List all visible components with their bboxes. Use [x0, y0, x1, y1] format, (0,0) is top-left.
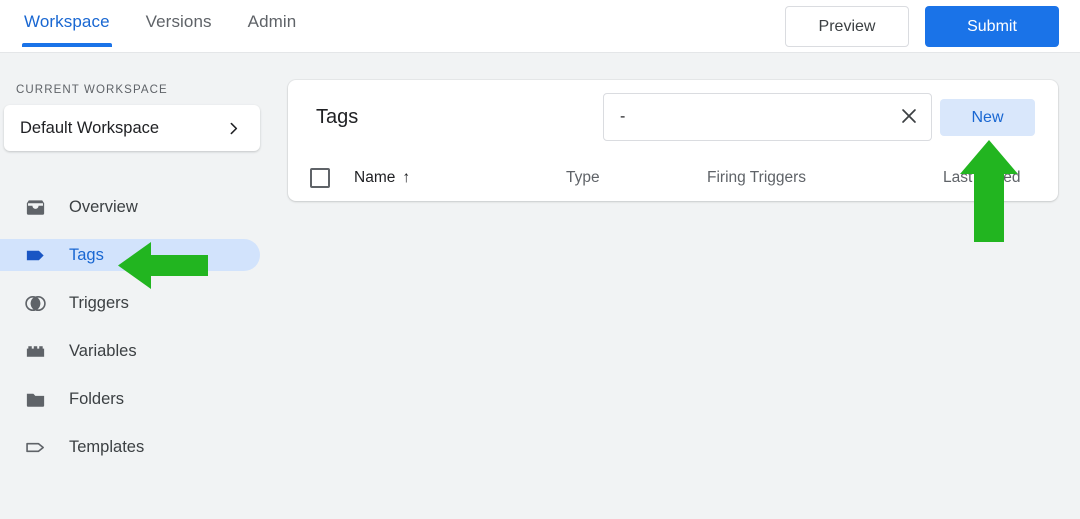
tags-card: Tags New Name ↑ Type Firing	[288, 80, 1058, 201]
search-input[interactable]	[604, 94, 887, 140]
column-header-name-label: Name	[354, 168, 396, 186]
clear-search-button[interactable]	[887, 94, 931, 140]
column-header-firing-triggers: Firing Triggers	[707, 168, 807, 186]
variables-icon	[22, 340, 48, 363]
top-navigation-bar: Workspace Versions Admin Preview Submit	[0, 0, 1080, 53]
sidebar-item-label: Tags	[69, 245, 104, 264]
folder-icon	[22, 388, 48, 411]
sidebar-item-label: Triggers	[69, 293, 129, 312]
sidebar-item-folders[interactable]: Folders	[0, 383, 274, 415]
sidebar-item-overview[interactable]: Overview	[0, 191, 274, 223]
primary-tabs: Workspace Versions Admin	[22, 12, 297, 47]
workspace-selector[interactable]: Default Workspace	[4, 105, 260, 151]
triggers-icon	[22, 292, 48, 315]
close-icon	[898, 105, 920, 130]
tab-admin[interactable]: Admin	[248, 12, 297, 46]
workspace-name: Default Workspace	[20, 118, 160, 137]
column-header-name[interactable]: Name ↑	[354, 169, 410, 187]
tag-icon	[22, 244, 48, 267]
gtm-workspace-page: Workspace Versions Admin Preview Submit …	[0, 0, 1080, 519]
page-title: Tags	[316, 106, 359, 128]
submit-button[interactable]: Submit	[925, 6, 1059, 47]
sidebar-item-templates[interactable]: Templates	[0, 431, 274, 463]
sidebar-item-label: Folders	[69, 389, 125, 408]
tab-versions[interactable]: Versions	[146, 12, 212, 46]
chevron-right-icon	[225, 120, 242, 137]
new-tag-button[interactable]: New	[940, 99, 1035, 136]
sidebar-item-variables[interactable]: Variables	[0, 335, 274, 367]
sort-ascending-icon: ↑	[402, 168, 411, 186]
preview-button[interactable]: Preview	[785, 6, 909, 47]
tags-table-header-row: Name ↑ Type Firing Triggers Last Edited	[288, 154, 1058, 201]
sidebar-nav: Overview Tags Triggers Variables Folders…	[0, 191, 274, 479]
sidebar-item-label: Overview	[69, 197, 138, 216]
sidebar-item-label: Variables	[69, 341, 137, 360]
sidebar-item-label: Templates	[69, 437, 145, 456]
tab-workspace[interactable]: Workspace	[22, 12, 112, 47]
select-all-checkbox[interactable]	[310, 167, 330, 188]
topbar-actions: Preview Submit	[785, 6, 1059, 47]
inbox-icon	[22, 196, 48, 219]
column-header-type: Type	[566, 168, 600, 186]
arrow-pointing-to-tags	[118, 242, 208, 294]
tags-card-header: Tags New	[288, 80, 1058, 154]
arrow-pointing-to-new-button	[960, 140, 1018, 247]
search-field-wrapper[interactable]	[603, 93, 932, 141]
current-workspace-label: CURRENT WORKSPACE	[16, 84, 168, 96]
template-icon	[22, 436, 48, 459]
